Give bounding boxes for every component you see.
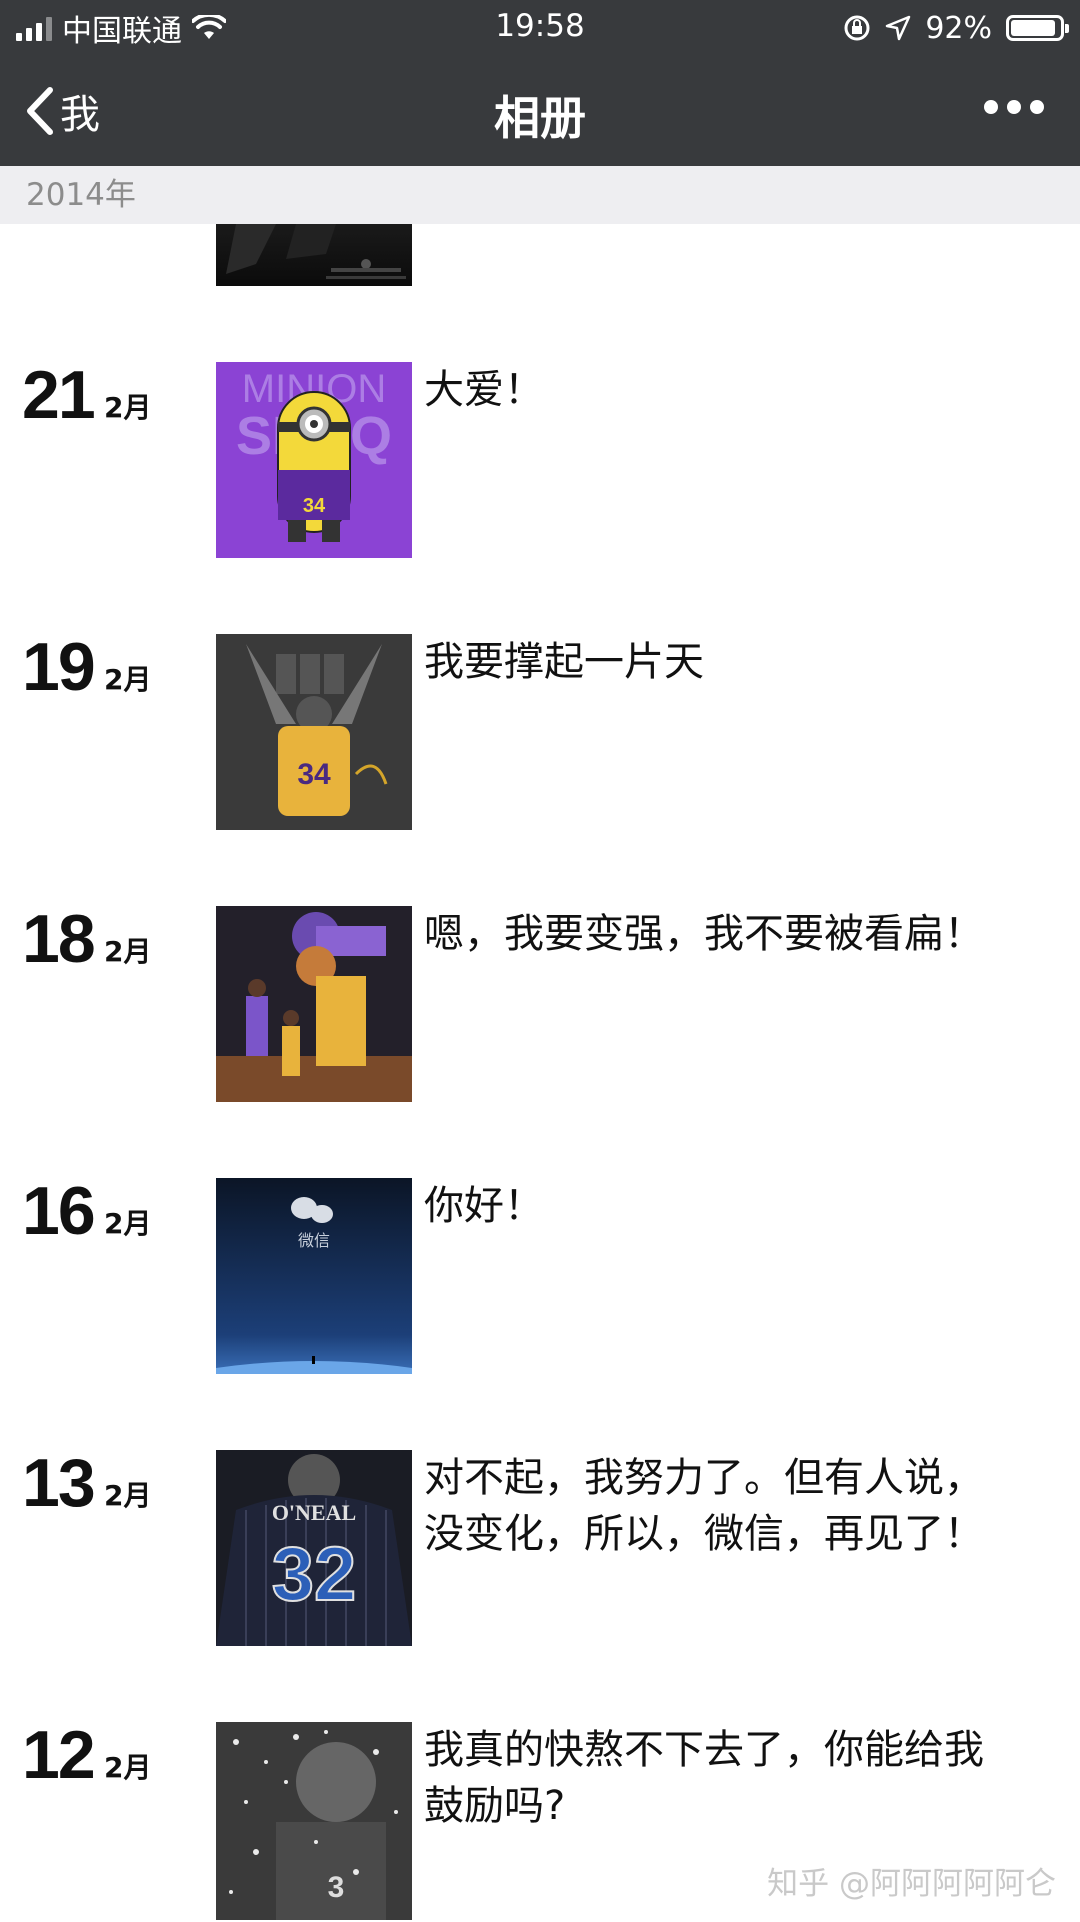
- entry-day: 18: [22, 901, 96, 977]
- more-dot-icon: [1007, 100, 1021, 114]
- thumb-jersey-number: 32: [272, 1532, 357, 1617]
- thumb-label: 微信: [298, 1231, 330, 1250]
- photo-thumbnail[interactable]: O'NEAL 32: [216, 1450, 412, 1646]
- entry-month: 2月: [104, 1479, 152, 1512]
- photo-thumbnail[interactable]: [216, 906, 412, 1102]
- more-dot-icon: [984, 100, 998, 114]
- partial-photo-thumbnail[interactable]: [216, 224, 412, 286]
- timeline-entry: 19 2月 34 我要撑起一片天: [0, 629, 1080, 834]
- watermark: 知乎 @阿阿阿阿阿仑: [767, 1866, 1056, 1902]
- jersey-32-image: O'NEAL 32: [216, 1450, 412, 1646]
- entry-caption: 嗯，我要变强，我不要被看扁！: [424, 911, 984, 957]
- entry-caption: 我真的快熬不下去了，你能给我鼓励吗?: [424, 1727, 984, 1829]
- entry-day: 12: [22, 1717, 96, 1793]
- entry-caption: 对不起，我努力了。但有人说，没变化，所以，微信，再见了！: [424, 1455, 984, 1557]
- entry-caption: 你好！: [424, 1183, 544, 1229]
- wechat-launch-image: 微信: [216, 1178, 412, 1374]
- entry-caption: 大爱！: [424, 367, 544, 413]
- photo-thumbnail[interactable]: 3: [216, 1722, 412, 1920]
- entry-caption: 我要撑起一片天: [424, 639, 704, 685]
- battery-percent: 92%: [925, 10, 992, 46]
- more-dot-icon: [1030, 100, 1044, 114]
- svg-text:3: 3: [328, 1871, 345, 1904]
- timeline-entry: 18 2月 嗯，我要变强，我不要被看扁！: [0, 901, 1080, 1106]
- entry-day: 16: [22, 1173, 96, 1249]
- location-arrow-icon: [886, 15, 911, 41]
- celebration-confetti-image: 3: [216, 1722, 412, 1920]
- timeline-entry: 13 2月 O'NEAL 32 对不起，我努力了。但有人说，没变化，所以，微信，…: [0, 1445, 1080, 1650]
- thumb-jersey-number: 34: [303, 495, 326, 517]
- rotation-lock-icon: [844, 15, 870, 41]
- entry-month: 2月: [104, 935, 152, 968]
- entry-day: 13: [22, 1445, 96, 1521]
- dark-photo-image: [226, 224, 406, 279]
- basketball-game-image: [216, 906, 412, 1102]
- timeline-entry: 21 2月 MINION SHAQ 34 大爱！: [0, 357, 1080, 562]
- photo-thumbnail[interactable]: MINION SHAQ 34: [216, 362, 412, 558]
- entry-day: 19: [22, 629, 96, 705]
- status-bar: 中国联通 19:58 92%: [0, 0, 1080, 56]
- entry-month: 2月: [104, 391, 152, 424]
- entry-day: 21: [22, 357, 96, 433]
- photo-thumbnail[interactable]: 微信: [216, 1178, 412, 1374]
- year-header: 2014年: [0, 166, 1080, 224]
- page-title: 相册: [494, 91, 586, 145]
- photo-thumbnail[interactable]: 34: [216, 634, 412, 830]
- entry-month: 2月: [104, 1751, 152, 1784]
- more-options-button[interactable]: [984, 100, 1044, 114]
- player-arms-raised-image: 34: [216, 634, 412, 830]
- thumb-jersey-number: 34: [297, 758, 331, 791]
- timeline-entry: 16 2月 微信 你好！: [0, 1173, 1080, 1378]
- thumb-player-name: O'NEAL: [272, 1500, 356, 1525]
- minion-image: MINION SHAQ 34: [216, 362, 412, 558]
- status-right: 92%: [843, 8, 1069, 48]
- entry-month: 2月: [104, 1207, 152, 1240]
- entry-month: 2月: [104, 663, 152, 696]
- battery-icon: [1006, 15, 1069, 41]
- nav-bar: 我 相册: [0, 56, 1080, 166]
